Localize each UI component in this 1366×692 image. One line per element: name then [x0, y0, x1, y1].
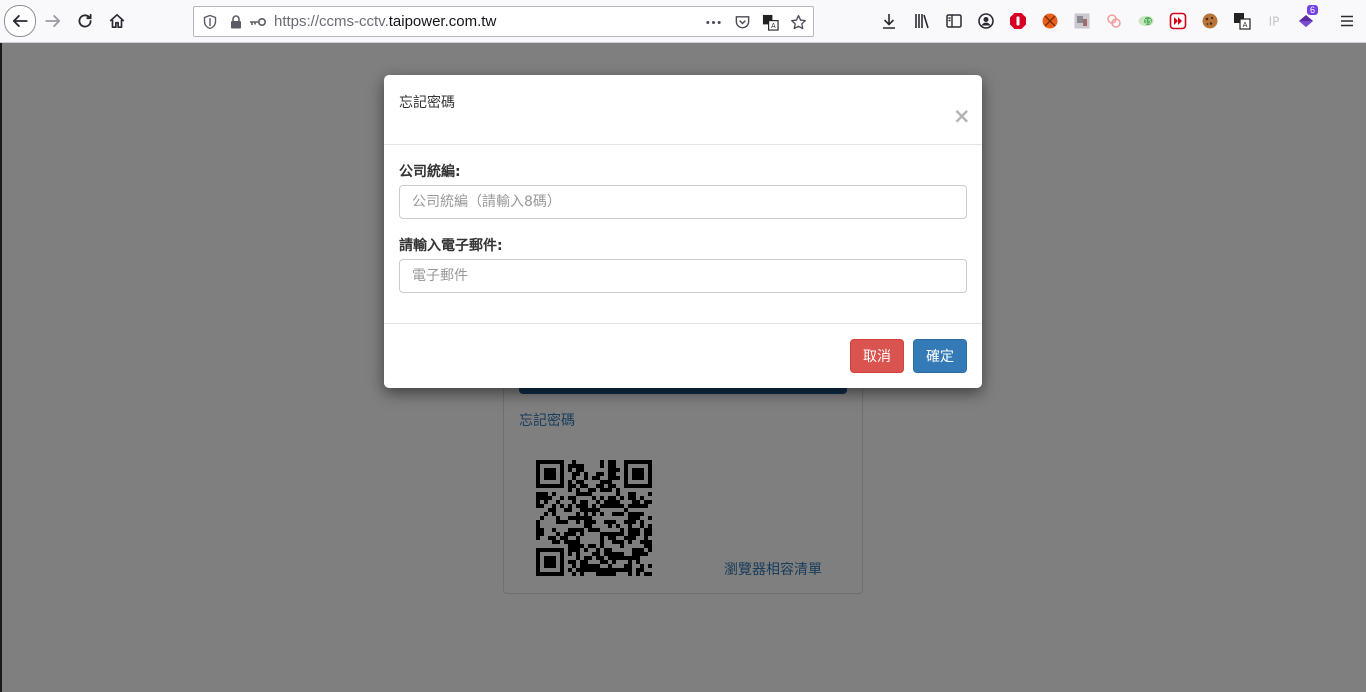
email-label: 請輸入電子郵件: — [399, 238, 503, 254]
stop-sign-extension-icon[interactable] — [1008, 11, 1028, 31]
bookmark-star-icon[interactable] — [790, 14, 808, 32]
red-play-extension-icon[interactable] — [1168, 11, 1188, 31]
pocket-icon[interactable] — [734, 14, 752, 32]
close-icon[interactable]: × — [953, 106, 971, 127]
cookie-icon[interactable] — [1200, 11, 1220, 31]
extension-badge: 6 — [1307, 5, 1319, 15]
browser-toolbar: https://ccms-cctv.taipower.com.tw A 15 A… — [0, 0, 1366, 43]
svg-text:15: 15 — [1144, 19, 1152, 26]
lock-icon[interactable] — [228, 14, 244, 30]
svg-text:IP: IP — [1269, 15, 1280, 29]
shield-icon[interactable] — [202, 14, 218, 30]
forward-button[interactable] — [38, 6, 68, 36]
company-id-label: 公司統編: — [399, 164, 461, 180]
address-bar[interactable]: https://ccms-cctv.taipower.com.tw A — [193, 6, 814, 37]
library-icon[interactable] — [912, 11, 932, 31]
cancel-button[interactable]: 取消 — [850, 339, 904, 373]
company-id-input[interactable] — [399, 185, 967, 219]
ip-extension-icon[interactable]: IP — [1264, 11, 1284, 31]
arrow-left-icon — [12, 15, 28, 27]
modal-header: 忘記密碼 × — [384, 75, 982, 145]
url-text[interactable]: https://ccms-cctv.taipower.com.tw — [274, 13, 496, 30]
key-icon[interactable] — [248, 14, 268, 30]
menu-icon[interactable] — [1337, 11, 1357, 31]
confirm-button[interactable]: 確定 — [913, 339, 967, 373]
svg-text:A: A — [771, 22, 776, 30]
home-icon — [109, 13, 125, 29]
arrow-right-icon — [45, 15, 61, 27]
forgot-password-modal: 忘記密碼 × 公司統編: 請輸入電子郵件: 取消 確定 — [384, 75, 982, 388]
translate-extension-icon[interactable]: A — [1232, 11, 1252, 31]
home-button[interactable] — [102, 6, 132, 36]
svg-text:A: A — [1243, 21, 1248, 29]
back-button[interactable] — [4, 5, 36, 37]
reload-icon — [78, 13, 92, 28]
download-icon[interactable] — [879, 11, 899, 31]
reload-button[interactable] — [70, 6, 100, 36]
modal-title: 忘記密碼 — [399, 95, 455, 111]
email-input[interactable] — [399, 259, 967, 293]
green-extension-icon[interactable]: 15 — [1136, 11, 1156, 31]
translate-icon[interactable]: A — [762, 14, 780, 32]
image-extension-icon[interactable] — [1072, 11, 1092, 31]
account-icon[interactable] — [976, 11, 996, 31]
pink-rings-extension-icon[interactable] — [1104, 11, 1124, 31]
orange-extension-icon[interactable] — [1040, 11, 1060, 31]
more-actions-icon[interactable] — [705, 14, 723, 32]
sidebar-icon[interactable] — [944, 11, 964, 31]
